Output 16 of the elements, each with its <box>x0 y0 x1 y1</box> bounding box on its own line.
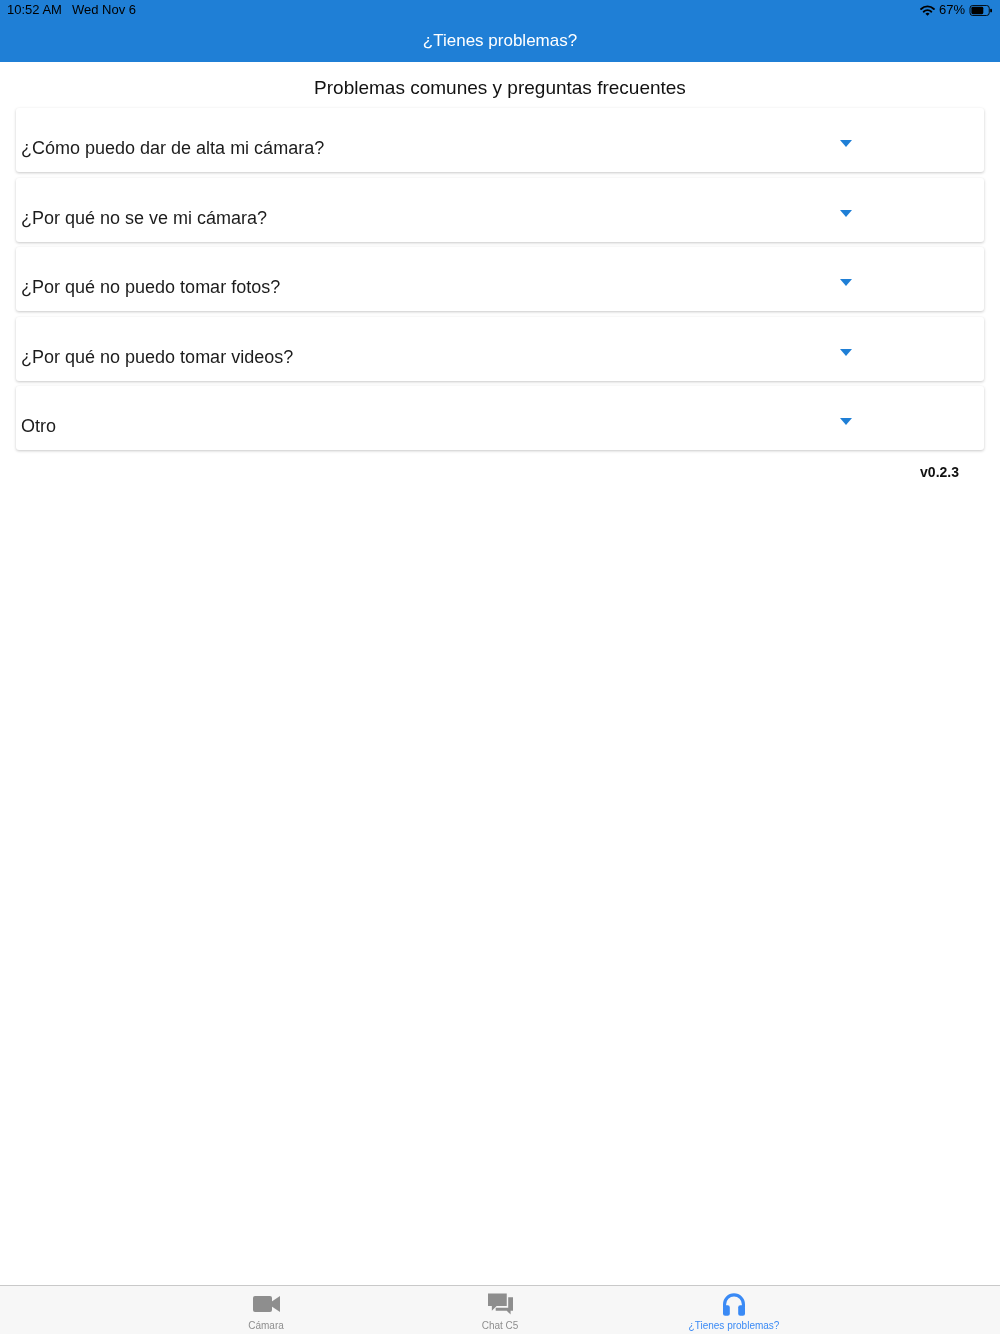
faq-item[interactable]: ¿Cómo puedo dar de alta mi cámara? <box>16 108 984 172</box>
version-label: v0.2.3 <box>920 464 959 481</box>
wifi-icon <box>919 4 935 16</box>
video-camera-icon <box>252 1296 280 1312</box>
faq-item[interactable]: ¿Por qué no puedo tomar videos? <box>16 316 984 381</box>
battery-icon <box>969 4 993 16</box>
battery-percent: 67% <box>938 2 965 18</box>
faq-item[interactable]: Otro <box>16 386 984 450</box>
faq-item[interactable]: ¿Por qué no se ve mi cámara? <box>16 177 984 242</box>
status-date: Wed Nov 6 <box>71 2 136 18</box>
faq-item[interactable]: ¿Por qué no puedo tomar fotos? <box>16 247 984 311</box>
headphones-icon <box>723 1292 745 1316</box>
chat-bubbles-icon <box>487 1293 513 1315</box>
header-title: ¿Tienes problemas? <box>422 31 578 51</box>
status-time: 10:52 AM <box>7 2 62 18</box>
section-heading: Problemas comunes y preguntas frecuentes <box>313 76 687 100</box>
